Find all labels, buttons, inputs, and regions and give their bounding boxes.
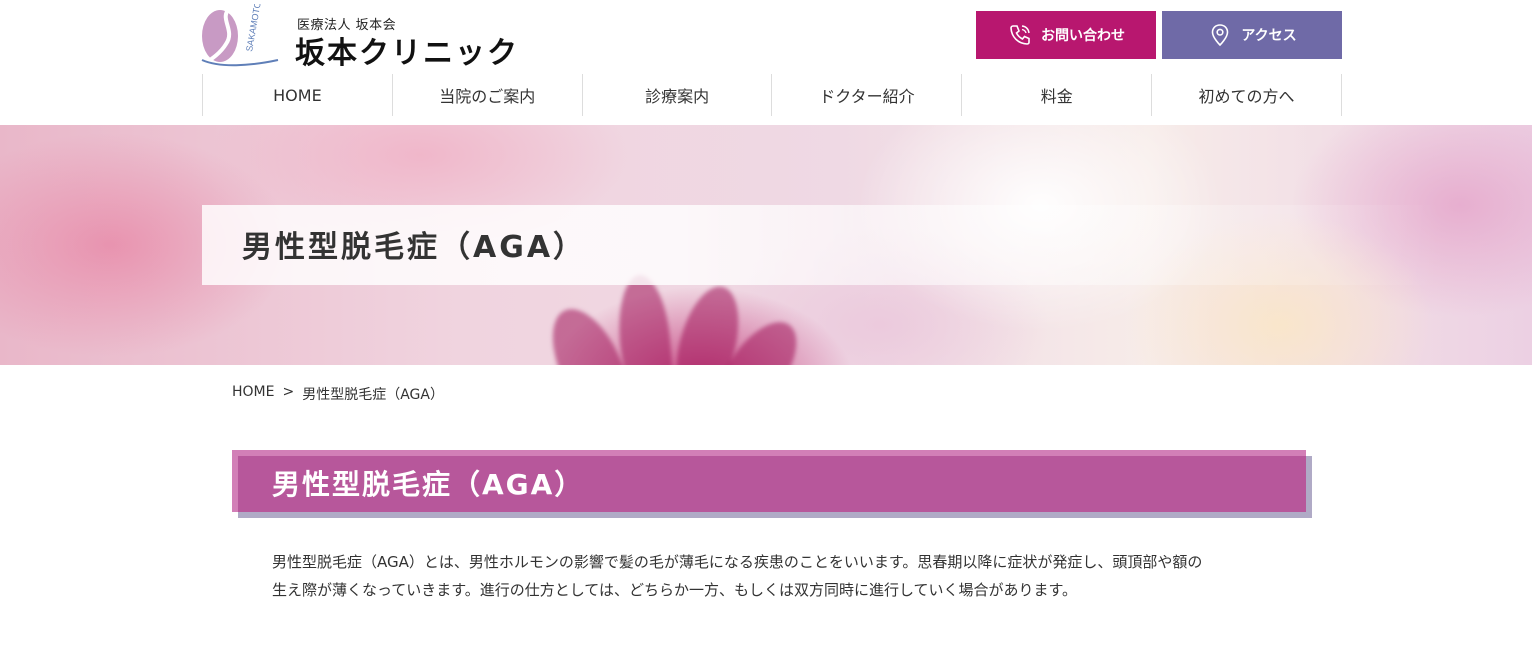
logo-mark-icon: SAKAMOTO (201, 4, 279, 67)
map-pin-icon (1207, 22, 1233, 48)
breadcrumb-home-link[interactable]: HOME (232, 384, 274, 404)
phone-icon (1007, 22, 1033, 48)
main-nav: HOME 当院のご案内 診療案内 ドクター紹介 料金 初めての方へ (202, 74, 1342, 116)
contact-button[interactable]: お問い合わせ (976, 11, 1156, 59)
access-button[interactable]: アクセス (1162, 11, 1342, 59)
logo-title: 坂本クリニック (295, 36, 519, 71)
site-logo[interactable]: SAKAMOTO 医療法人 坂本会 坂本クリニック (200, 4, 520, 71)
nav-item-fees[interactable]: 料金 (961, 74, 1151, 116)
section-body: 男性型脱毛症（AGA）とは、男性ホルモンの影響で髪の毛が薄毛になる疾患のことをい… (272, 548, 1282, 604)
hero-banner: 男性型脱毛症（AGA） (0, 125, 1532, 365)
breadcrumb-separator: > (282, 384, 295, 400)
access-button-label: アクセス (1241, 28, 1297, 44)
nav-item-home[interactable]: HOME (202, 74, 392, 116)
hero-petal (614, 273, 676, 365)
nav-item-first-visit[interactable]: 初めての方へ (1151, 74, 1342, 116)
nav-item-about[interactable]: 当院のご案内 (391, 74, 582, 116)
logo-mark-text: SAKAMOTO (244, 4, 263, 52)
body-line-1: 男性型脱毛症（AGA）とは、男性ホルモンの影響で髪の毛が薄毛になる疾患のことをい… (272, 553, 1203, 571)
breadcrumb: HOME > 男性型脱毛症（AGA） (232, 384, 444, 404)
nav-item-doctors[interactable]: ドクター紹介 (771, 74, 961, 116)
contact-button-label: お問い合わせ (1041, 28, 1125, 44)
hero-title: 男性型脱毛症（AGA） (242, 230, 587, 265)
breadcrumb-current: 男性型脱毛症（AGA） (302, 387, 444, 403)
section-title: 男性型脱毛症（AGA） (272, 468, 585, 501)
hero-title-panel-fade (682, 205, 1442, 285)
nav-item-services[interactable]: 診療案内 (581, 74, 772, 116)
body-line-2: 生え際が薄くなっていきます。進行の仕方としては、どちらか一方、もしくは双方同時に… (272, 581, 1078, 599)
site-header: SAKAMOTO 医療法人 坂本会 坂本クリニック お問い合わせ アクセス HO… (0, 0, 1532, 125)
